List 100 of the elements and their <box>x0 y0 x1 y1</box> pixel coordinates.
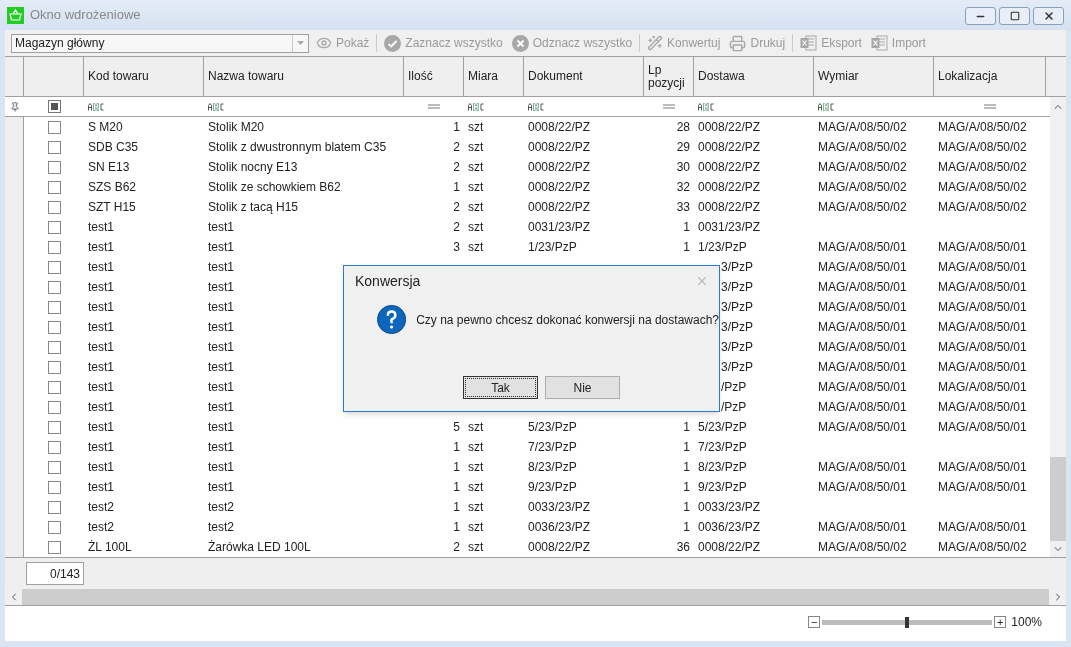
table-cell-text: MAG/A/08/50/02 <box>938 199 1027 216</box>
table-cell-text: 0008/22/PZ <box>698 159 761 176</box>
table-cell-text: 8/23/PzP <box>528 459 577 476</box>
equals-filter-icon[interactable] <box>984 104 996 109</box>
select-all-checkbox[interactable] <box>47 100 61 113</box>
row-checkbox[interactable] <box>47 520 61 534</box>
table-cell-text: 0008/22/PZ <box>528 159 591 176</box>
row-checkbox[interactable] <box>47 300 61 314</box>
row-checkbox[interactable] <box>47 280 61 294</box>
text-filter-icon[interactable] <box>818 102 834 111</box>
table-cell-text: test1 <box>208 379 234 396</box>
row-checkbox[interactable] <box>47 220 61 234</box>
row-header[interactable] <box>5 537 24 557</box>
row-checkbox[interactable] <box>47 340 61 354</box>
table-cell-text: 1/23/PzP <box>698 239 747 256</box>
dialog-button[interactable]: Nie <box>545 376 620 399</box>
row-checkbox[interactable] <box>47 440 61 454</box>
row-checkbox[interactable] <box>47 420 61 434</box>
table-cell-text: MAG/A/08/50/01 <box>818 379 907 396</box>
table-cell-text: MAG/A/08/50/01 <box>938 299 1027 316</box>
table-cell-text: MAG/A/08/50/02 <box>938 139 1027 156</box>
table-cell-text: 5/23/PzP <box>528 419 577 436</box>
row-checkbox[interactable] <box>47 480 61 494</box>
table-cell-text: test1 <box>208 359 234 376</box>
table-cell-text: Stolik ze schowkiem B62 <box>208 179 341 196</box>
pin-icon[interactable] <box>9 101 20 112</box>
row-checkbox[interactable] <box>47 120 61 134</box>
dialog-message: Czy na pewno chcesz dokonać konwersji na dostawach? <box>416 311 719 329</box>
row-header[interactable] <box>5 117 24 137</box>
table-cell-text: 1 <box>683 239 690 256</box>
table-cell-text: MAG/A/08/50/01 <box>938 319 1027 336</box>
table-cell-text: 3/PzP <box>721 279 753 296</box>
column-header[interactable]: Miara <box>464 57 524 96</box>
table-cell-text: szt <box>468 519 484 536</box>
eye-icon <box>316 35 332 51</box>
table-cell-text: 1 <box>453 119 460 136</box>
row-checkbox[interactable] <box>47 500 61 514</box>
row-checkbox[interactable] <box>47 140 61 154</box>
dialog-button[interactable]: Tak <box>463 376 538 399</box>
restore-button[interactable] <box>999 7 1030 25</box>
column-header[interactable]: Dostawa <box>694 57 814 96</box>
row-checkbox[interactable] <box>47 380 61 394</box>
warehouse-dropdown[interactable]: Magazyn główny <box>11 33 309 53</box>
text-filter-icon[interactable] <box>698 102 714 111</box>
row-checkbox[interactable] <box>47 540 61 554</box>
table-cell-text: test2 <box>208 499 234 516</box>
text-filter-icon[interactable] <box>528 102 544 111</box>
scroll-thumb[interactable] <box>1050 457 1066 541</box>
table-cell-text: 1 <box>453 519 460 536</box>
table-cell-text: test1 <box>88 299 114 316</box>
table-cell-text: Stolik z tacą H15 <box>208 199 299 216</box>
column-header[interactable]: Ilość <box>404 57 464 96</box>
text-filter-icon[interactable] <box>468 102 484 111</box>
row-checkbox[interactable] <box>47 260 61 274</box>
table-cell-text: 3/PzP <box>721 259 753 276</box>
printer-icon <box>729 34 747 52</box>
row-checkbox[interactable] <box>47 360 61 374</box>
text-filter-icon[interactable] <box>208 102 224 111</box>
horizontal-scroll-thumb[interactable] <box>22 589 1049 605</box>
row-checkbox[interactable] <box>47 320 61 334</box>
column-header[interactable]: Dokument <box>524 57 644 96</box>
table-cell-text: MAG/A/08/50/01 <box>818 259 907 276</box>
basket-icon <box>7 6 24 24</box>
table-cell-text: 33 <box>676 199 690 216</box>
table-cell-text: MAG/A/08/50/01 <box>818 339 907 356</box>
table-cell-text: 1 <box>683 419 690 436</box>
table-cell-text: 3/PzP <box>721 299 753 316</box>
table-cell-text: MAG/A/08/50/01 <box>938 379 1027 396</box>
row-checkbox[interactable] <box>47 180 61 194</box>
close-button[interactable] <box>1033 7 1064 25</box>
row-checkbox[interactable] <box>47 200 61 214</box>
column-header[interactable]: Nazwa towaru <box>204 57 404 96</box>
zoom-out-button[interactable]: − <box>808 616 821 628</box>
close-circle-icon <box>511 34 529 52</box>
table-cell-text: 0008/22/PZ <box>528 199 591 216</box>
column-header[interactable]: Lokalizacja <box>934 57 1046 96</box>
table-cell-text: szt <box>468 199 484 216</box>
table-cell-text: szt <box>468 239 484 256</box>
column-header[interactable]: Kod towaru <box>84 57 204 96</box>
table-cell-text: MAG/A/08/50/01 <box>938 399 1027 416</box>
row-checkbox[interactable] <box>47 460 61 474</box>
equals-filter-icon[interactable] <box>663 104 675 109</box>
table-cell-text: test1 <box>88 239 114 256</box>
row-checkbox[interactable] <box>47 160 61 174</box>
table-cell-text: szt <box>468 459 484 476</box>
column-header[interactable]: Wymiar <box>814 57 934 96</box>
table-cell-text: MAG/A/08/50/02 <box>938 159 1027 176</box>
column-header[interactable]: Lp pozycji <box>644 57 694 96</box>
row-checkbox[interactable] <box>47 240 61 254</box>
zoom-in-button[interactable]: + <box>994 616 1007 628</box>
row-checkbox[interactable] <box>47 400 61 414</box>
table-cell-text: MAG/A/08/50/01 <box>818 279 907 296</box>
table-cell-text: szt <box>468 539 484 556</box>
table-cell-text: Stolik M20 <box>208 119 265 136</box>
text-filter-icon[interactable] <box>88 102 104 111</box>
equals-filter-icon[interactable] <box>428 104 440 109</box>
table-cell-text: 0031/23/PZ <box>698 219 761 236</box>
table-cell-text: test1 <box>208 319 234 336</box>
table-cell-text: szt <box>468 119 484 136</box>
zoom-slider-thumb[interactable] <box>905 616 910 628</box>
